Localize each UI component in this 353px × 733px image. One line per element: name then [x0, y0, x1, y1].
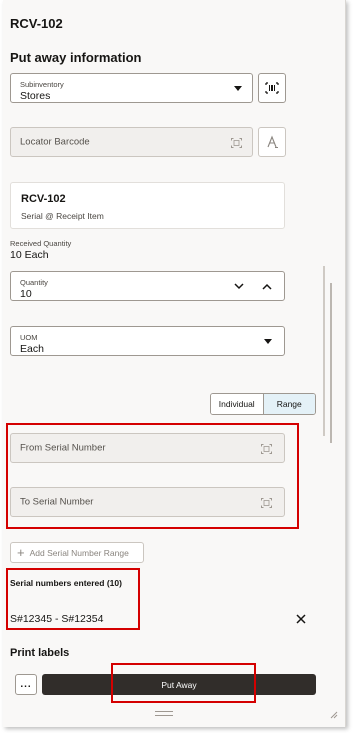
subinventory-value: Stores — [20, 90, 51, 102]
locator-barcode-field[interactable]: Locator Barcode — [10, 127, 253, 157]
highlight-put-away — [111, 663, 256, 703]
caret-down-icon — [264, 339, 272, 344]
quantity-label: Quantity — [20, 278, 48, 287]
item-card-subtitle: Serial @ Receipt Item — [21, 211, 104, 221]
quantity-value: 10 — [20, 288, 32, 300]
highlight-serials-entered — [6, 568, 140, 630]
toggle-range[interactable]: Range — [263, 394, 315, 414]
more-actions-button[interactable]: ... — [15, 674, 37, 695]
caret-down-icon — [234, 86, 242, 91]
subinventory-label: Subinventory — [20, 80, 64, 89]
print-labels-title: Print labels — [10, 647, 70, 659]
text-input-icon — [267, 135, 278, 148]
barcode-icon — [265, 82, 279, 94]
page-title: RCV-102 — [10, 16, 63, 31]
uom-select[interactable]: UOM Each — [10, 326, 285, 356]
chevron-down-icon[interactable] — [234, 283, 244, 290]
item-card: RCV-102 Serial @ Receipt Item — [10, 182, 285, 229]
close-icon[interactable] — [296, 614, 306, 624]
quantity-stepper[interactable]: Quantity 10 — [10, 271, 285, 301]
drag-handle-icon[interactable] — [155, 711, 173, 716]
resize-handle-icon[interactable] — [328, 709, 338, 719]
section-title: Put away information — [10, 50, 142, 65]
received-quantity-value: 10 Each — [10, 249, 49, 261]
item-card-title: RCV-102 — [21, 193, 66, 205]
serial-mode-toggle: Individual Range — [210, 393, 316, 415]
mobile-frame: RCV-102 Put away information Subinventor… — [3, 0, 346, 727]
received-quantity-label: Received Quantity — [10, 239, 72, 248]
uom-value: Each — [20, 343, 44, 355]
plus-icon: + — [17, 545, 25, 560]
locator-barcode-placeholder: Locator Barcode — [20, 136, 90, 148]
highlight-serial-range — [6, 423, 299, 529]
barcode-scan-button[interactable] — [258, 73, 286, 103]
chevron-up-icon[interactable] — [262, 283, 272, 290]
add-serial-range-button[interactable]: + Add Serial Number Range — [10, 542, 144, 563]
scrollbar-thumb[interactable] — [330, 283, 332, 443]
scrollbar[interactable] — [323, 266, 325, 436]
toggle-individual[interactable]: Individual — [211, 394, 264, 414]
subinventory-select[interactable]: Subinventory Stores — [10, 73, 253, 103]
uom-label: UOM — [20, 333, 38, 342]
text-input-toggle-button[interactable] — [258, 127, 286, 157]
add-serial-range-label: Add Serial Number Range — [29, 547, 129, 558]
scan-icon — [231, 138, 242, 148]
